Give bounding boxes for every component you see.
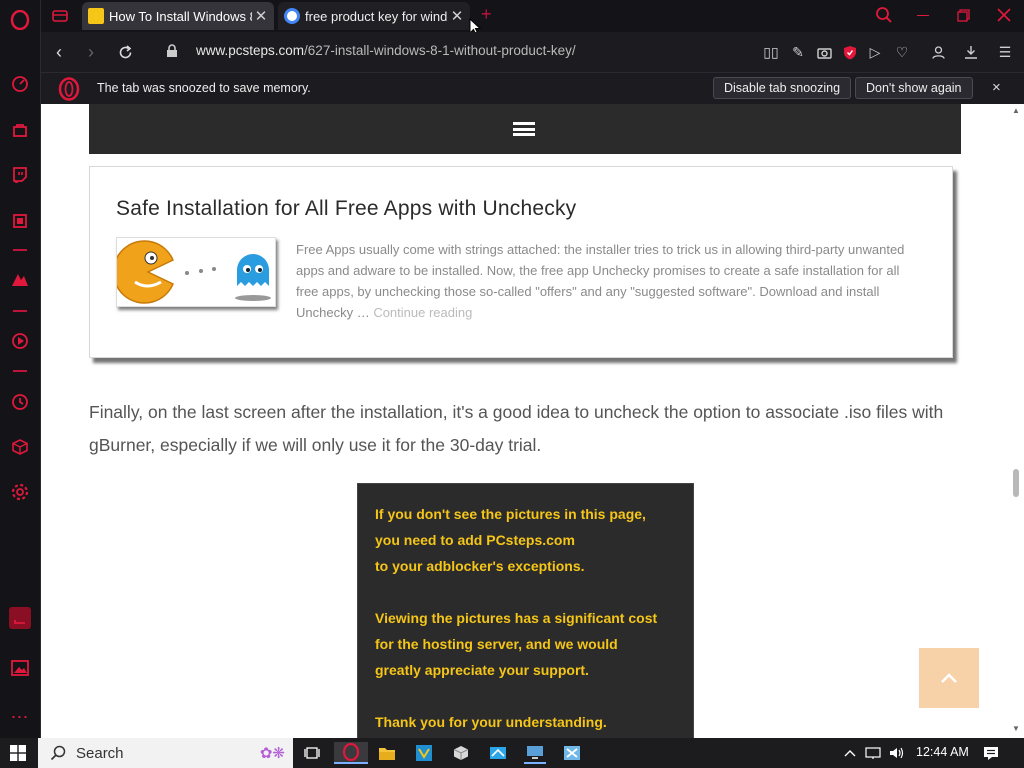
unchecky-thumbnail[interactable]	[112, 237, 276, 307]
search-icon	[50, 745, 66, 761]
continue-reading-link[interactable]: Continue reading	[373, 305, 472, 320]
sidebar-divider	[13, 370, 27, 372]
network-icon[interactable]	[862, 742, 884, 764]
terminal-icon[interactable]	[9, 607, 31, 629]
app-cube-icon[interactable]	[450, 742, 472, 764]
extensions-cube-icon[interactable]	[9, 436, 31, 458]
google-favicon-icon	[284, 8, 300, 24]
adblock-shield-icon[interactable]	[839, 41, 861, 63]
close-window-button[interactable]	[997, 8, 1011, 22]
download-icon[interactable]	[960, 41, 982, 63]
related-article-card[interactable]: Safe Installation for All Free Apps with…	[89, 166, 953, 358]
close-tab-icon[interactable]: ✕	[252, 7, 270, 25]
scroll-up-arrow-icon[interactable]: ▲	[1012, 106, 1020, 115]
minimize-button[interactable]	[917, 15, 929, 16]
scroll-to-top-button[interactable]	[919, 648, 979, 708]
new-tab-button[interactable]: +	[481, 4, 492, 25]
windows-start-icon[interactable]	[10, 745, 26, 761]
web-page: Safe Installation for All Free Apps with…	[41, 104, 1008, 738]
task-view-icon[interactable]	[301, 742, 323, 764]
dont-show-again-button[interactable]: Don't show again	[855, 77, 973, 99]
scroll-down-arrow-icon[interactable]: ▼	[1012, 724, 1020, 733]
remote-desktop-icon[interactable]	[524, 742, 546, 764]
file-explorer-icon[interactable]	[376, 742, 398, 764]
taskbar-clock[interactable]: 12:44 AM	[916, 745, 969, 759]
app-blue-icon[interactable]	[487, 742, 509, 764]
send-icon[interactable]: ▷	[864, 41, 886, 63]
windows-taskbar: Search ✿❋ 12:44 AM	[0, 738, 1024, 768]
pcsteps-favicon-icon	[88, 8, 104, 24]
related-article-excerpt: Free Apps usually come with strings atta…	[296, 242, 905, 320]
tab-search-icon[interactable]	[875, 6, 895, 26]
forward-button[interactable]: ›	[79, 40, 103, 64]
shopping-icon[interactable]	[9, 119, 31, 141]
opera-sidebar: ⋯	[0, 0, 41, 738]
close-tab-icon[interactable]: ✕	[448, 7, 466, 25]
snapshot-camera-icon[interactable]	[813, 41, 835, 63]
tab-how-to-install[interactable]: How To Install Windows 8.1 ✕	[82, 2, 274, 30]
edit-icon[interactable]: ✎	[787, 41, 809, 63]
close-notification-button[interactable]: ×	[992, 79, 1001, 96]
twitch-icon[interactable]	[9, 164, 31, 186]
tab-bar: How To Install Windows 8.1 ✕ free produc…	[41, 0, 1024, 36]
related-article-title[interactable]: Safe Installation for All Free Apps with…	[116, 197, 576, 221]
player-icon[interactable]	[9, 330, 31, 352]
snooze-message: The tab was snoozed to save memory.	[97, 81, 311, 95]
reload-button[interactable]	[113, 40, 137, 64]
more-options-icon[interactable]: ⋯	[9, 706, 31, 728]
history-icon[interactable]	[9, 391, 31, 413]
site-nav-bar	[89, 104, 961, 154]
tab-free-product-key[interactable]: free product key for windo ✕	[278, 2, 470, 30]
bookmark-heart-icon[interactable]: ♡	[891, 41, 913, 63]
workspace-icon[interactable]	[51, 7, 69, 25]
page-scrollbar[interactable]: ▲ ▼	[1008, 104, 1024, 738]
show-hidden-icons-chevron-icon[interactable]	[839, 742, 861, 764]
reader-mode-icon[interactable]: ▯▯	[760, 41, 782, 63]
hamburger-menu-icon[interactable]	[513, 122, 535, 136]
opera-logo-icon[interactable]	[9, 9, 31, 31]
sidebar-divider	[13, 249, 27, 251]
disable-tab-snoozing-button[interactable]: Disable tab snoozing	[713, 77, 852, 99]
gx-control-icon[interactable]	[9, 210, 31, 232]
messenger-icon[interactable]	[9, 269, 31, 291]
taskbar-search-box[interactable]: Search ✿❋	[38, 738, 293, 768]
app-window-icon[interactable]	[561, 742, 583, 764]
lock-icon[interactable]	[166, 44, 178, 58]
adblock-notice-box: If you don't see the pictures in this pa…	[357, 483, 694, 738]
address-bar: ‹ › www.pcsteps.com/627-install-windows-…	[41, 32, 1024, 72]
speed-dial-icon[interactable]	[9, 73, 31, 95]
search-highlight-icon[interactable]: ✿❋	[260, 744, 285, 762]
back-button[interactable]: ‹	[47, 40, 71, 64]
opera-gx-taskbar-icon[interactable]	[334, 742, 368, 764]
tab-snooze-notification: The tab was snoozed to save memory. Disa…	[41, 72, 1024, 104]
scrollbar-thumb[interactable]	[1013, 469, 1019, 497]
gallery-icon[interactable]	[9, 657, 31, 679]
opera-logo-icon	[57, 77, 81, 101]
url-field[interactable]: www.pcsteps.com/627-install-windows-8-1-…	[196, 43, 576, 58]
sidebar-divider	[13, 310, 27, 312]
settings-gear-icon[interactable]	[9, 481, 31, 503]
easy-setup-menu-icon[interactable]: ☰	[994, 41, 1016, 63]
visual-studio-icon[interactable]	[413, 742, 435, 764]
article-paragraph: Finally, on the last screen after the in…	[89, 402, 944, 455]
volume-icon[interactable]	[886, 742, 908, 764]
account-icon[interactable]	[927, 41, 949, 63]
notifications-icon[interactable]	[980, 742, 1002, 764]
restore-button[interactable]	[957, 9, 970, 22]
